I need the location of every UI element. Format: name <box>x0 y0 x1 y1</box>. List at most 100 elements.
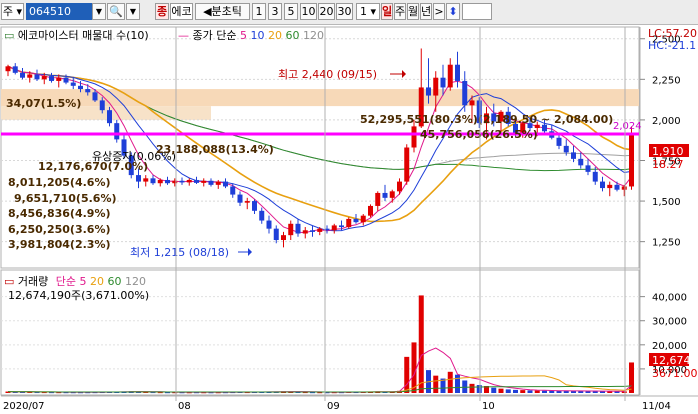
volume-bar <box>404 356 410 393</box>
candle-body <box>56 77 62 81</box>
vp-label-10: 34,07(1.5%) <box>6 97 81 110</box>
candle-body <box>629 134 634 187</box>
candle-body <box>12 66 18 73</box>
candle-body <box>70 82 76 86</box>
candle-body <box>339 225 344 228</box>
candle-body <box>288 223 294 236</box>
x-label-0: 2020/07 <box>3 401 45 412</box>
tab-week[interactable]: 주 <box>394 3 406 20</box>
volume-bar <box>447 371 453 393</box>
tab-day[interactable]: 일 <box>381 3 393 20</box>
candle-body <box>331 225 337 231</box>
ma-legend: — 종가 단순 5 10 20 60 120 <box>178 29 324 42</box>
sort-arrows-icon[interactable]: ⬍ <box>446 3 460 20</box>
candle-body <box>607 184 613 189</box>
stock-code-input[interactable]: 064510 <box>26 3 92 20</box>
volume-bar <box>411 342 417 393</box>
vp-label-9: 3,981,804(2.3%) <box>8 238 111 251</box>
x-label-4: 11/04 <box>642 401 671 412</box>
candle-body <box>27 74 33 78</box>
next-arrow-icon[interactable]: > <box>433 3 445 20</box>
stock-name-field[interactable]: 에코 <box>170 3 193 20</box>
volume-bar <box>542 390 547 393</box>
candle-body <box>20 72 25 78</box>
volume-tick-label: 40,000 <box>652 293 687 304</box>
stock-name-value: 에코 <box>171 5 192 18</box>
candle-body <box>375 192 381 206</box>
volume-bar <box>462 380 468 393</box>
candle-body <box>215 181 221 185</box>
candle-body <box>382 192 388 198</box>
interval-label: 1 <box>255 5 263 18</box>
interval-button-10[interactable]: 10 <box>300 3 317 20</box>
candle-body <box>578 158 584 166</box>
extra-input[interactable] <box>462 3 492 20</box>
interval-select[interactable]: 1 ▾ <box>356 3 380 20</box>
candle-body <box>230 186 236 195</box>
candle-body <box>223 181 228 187</box>
volume-bar <box>491 387 497 393</box>
candle-body <box>310 230 315 232</box>
candle-body <box>273 228 279 241</box>
candle-body <box>150 178 156 184</box>
candle-body <box>34 74 40 80</box>
candle-body <box>78 85 83 90</box>
vp-label-5: 8,011,205(4.6%) <box>8 176 111 189</box>
tab-month[interactable]: 월 <box>407 3 419 20</box>
current-price-secondary: 18.27 <box>652 158 684 171</box>
interval-label: 5 <box>287 5 295 18</box>
candle-body <box>621 186 627 190</box>
x-label-2: 09 <box>327 401 340 412</box>
candle-body <box>346 218 352 228</box>
candle-body <box>85 89 91 93</box>
candle-body <box>556 137 562 146</box>
candle-body <box>353 218 359 223</box>
candle-body <box>368 205 373 216</box>
stock-code-value: 064510 <box>29 5 71 18</box>
tab-day-label: 일 <box>382 5 393 18</box>
vp-label-4: 12,176,670(7.0%) <box>38 160 148 173</box>
vp-label-6: 9,651,710(5.6%) <box>14 192 117 205</box>
tab-week-label: 주 <box>395 5 406 18</box>
current-price-value: 1,910 <box>652 145 684 158</box>
tab-stock-type[interactable]: 종 <box>155 3 169 20</box>
candle-body <box>266 220 272 229</box>
candle-body <box>244 201 250 203</box>
volume-bar <box>433 375 439 393</box>
vp-label-8: 6,250,250(3.6%) <box>8 223 111 236</box>
interval-button-20[interactable]: 20 <box>318 3 335 20</box>
price-y-axis: 2,5002,2502,0001,7501,5001,250 <box>640 35 681 249</box>
candle-body <box>302 230 308 234</box>
x-label-3: 10 <box>482 401 495 412</box>
period-tick-button[interactable]: ◀분초틱 <box>195 3 250 20</box>
candle-body <box>389 191 395 198</box>
volume-bar <box>629 362 634 393</box>
current-volume-secondary: 3671.00 <box>652 367 698 380</box>
vp-label-7: 8,456,836(4.9%) <box>8 207 111 220</box>
interval-button-30[interactable]: 30 <box>336 3 353 20</box>
market-select[interactable]: 주 ▾ <box>1 3 24 20</box>
current-volume-value: 12,674 <box>652 354 691 367</box>
interval-label: 30 <box>337 5 352 18</box>
interval-button-1[interactable]: 1 <box>252 3 266 20</box>
candle-body <box>186 179 192 183</box>
vp-label-0: 52,295,551(80.3%)(2,189.50 ~ 2,084.00) <box>360 113 613 126</box>
tab-year[interactable]: 년 <box>420 3 432 20</box>
high-annotation: 최고 2,440 (09/15) <box>278 68 377 81</box>
volume-bar <box>476 385 482 393</box>
volume-bar <box>527 390 533 393</box>
candle-body <box>157 179 163 184</box>
interval-button-5[interactable]: 5 <box>284 3 298 20</box>
interval-button-3[interactable]: 3 <box>268 3 282 20</box>
volume-bar <box>549 390 555 393</box>
tab-year-label: 년 <box>421 5 432 18</box>
candle-body <box>114 123 120 140</box>
candle-body <box>563 145 569 153</box>
toolbar: 주 ▾ 064510 ▼ 🔍 ▼ 종 에코 ◀분초틱 1 3 5 10 20 3… <box>0 0 698 25</box>
candle-body <box>614 184 620 190</box>
candle-body <box>5 66 11 72</box>
code-dropdown-button[interactable]: ▼ <box>92 3 106 20</box>
search-dropdown-button[interactable]: ▼ <box>126 3 140 20</box>
search-icon[interactable]: 🔍 <box>107 3 125 20</box>
period-tick-label: 분초틱 <box>211 5 242 18</box>
